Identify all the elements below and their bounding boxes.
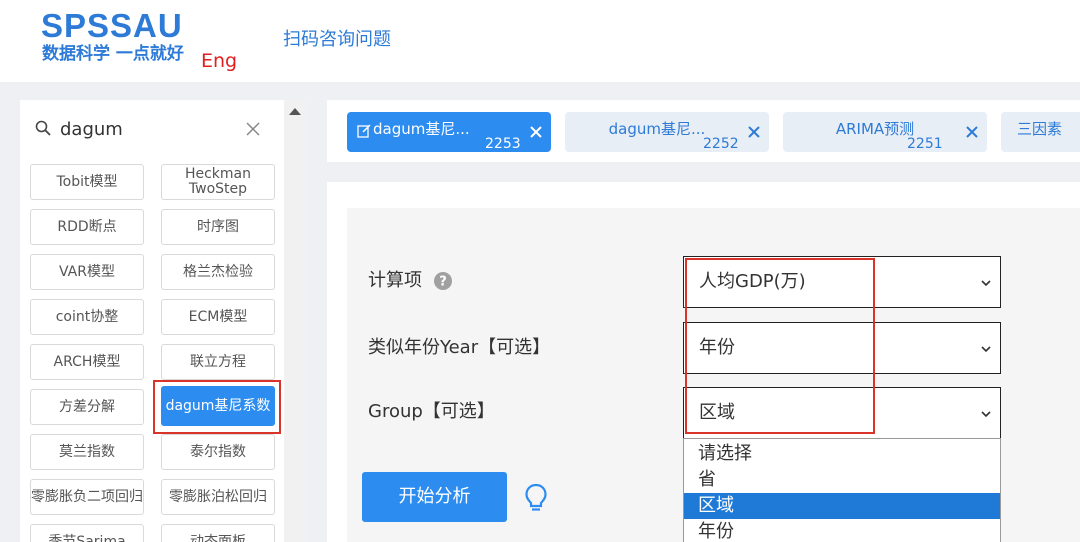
logo-tagline: 数据科学 一点就好 [42,44,184,64]
language-link[interactable]: Eng [201,51,237,71]
dropdown-option[interactable]: 请选择 [684,441,1000,467]
search-input[interactable] [60,115,230,143]
model-button[interactable]: 方差分解 [30,389,144,425]
model-button[interactable]: 零膨胀负二项回归 [30,479,144,515]
chevron-down-icon [981,411,991,418]
model-button[interactable]: 动态面板 [161,524,275,542]
svg-text:?: ? [439,275,447,290]
help-icon[interactable]: ? [434,272,452,290]
close-icon[interactable] [529,125,543,139]
model-button[interactable]: 季节Sarima [30,524,144,542]
model-button[interactable]: coint协整 [30,299,144,335]
chevron-down-icon [981,346,991,353]
tab-label: 三因素 [1017,120,1063,138]
tab-dagum-2253[interactable]: dagum基尼... 2253 [347,112,551,152]
header: SPSSAU 数据科学 一点就好 Eng 扫码咨询问题 [0,0,1080,82]
dropdown-option[interactable]: 省 [684,467,1000,493]
search-icon [35,120,51,136]
tab-arima-2251[interactable]: ARIMA预测 2251 [783,112,987,152]
dropdown-option-selected[interactable]: 区域 [684,493,1000,519]
model-button[interactable]: 莫兰指数 [30,434,144,470]
model-button[interactable]: RDD断点 [30,209,144,245]
highlight-box [685,258,875,434]
tab-three-factor[interactable]: 三因素 [1001,112,1080,152]
model-button[interactable]: ECM模型 [161,299,275,335]
model-button[interactable]: Heckman TwoStep [161,164,275,200]
field-label-calc-item: 计算项 [368,270,422,291]
close-icon[interactable] [965,125,979,139]
tab-id: 2251 [907,136,943,152]
tab-id: 2253 [485,136,521,152]
logo[interactable]: SPSSAU [41,8,183,44]
scrollbar[interactable] [284,100,306,542]
chevron-down-icon [981,280,991,287]
model-button[interactable]: 时序图 [161,209,275,245]
model-button[interactable]: 泰尔指数 [161,434,275,470]
model-button[interactable]: ARCH模型 [30,344,144,380]
group-dropdown-list: 请选择 省 区域 年份 [683,438,1001,542]
lightbulb-icon[interactable] [523,482,549,514]
model-button[interactable]: 联立方程 [161,344,275,380]
scroll-up-icon[interactable] [289,108,301,115]
start-analysis-button[interactable]: 开始分析 [362,472,507,522]
highlight-box [153,380,281,434]
model-button[interactable]: Tobit模型 [30,164,144,200]
tab-label: ARIMA预测 [835,120,915,138]
scan-consult-link[interactable]: 扫码咨询问题 [283,29,391,51]
dropdown-option[interactable]: 年份 [684,519,1000,542]
model-button[interactable]: 零膨胀泊松回归 [161,479,275,515]
tab-bar: dagum基尼... 2253 dagum基尼... 2252 ARIMA预测 … [327,100,1080,162]
close-icon[interactable] [245,121,261,137]
edit-icon [357,124,371,138]
sidebar: Tobit模型 Heckman TwoStep RDD断点 时序图 VAR模型 … [20,100,284,542]
tab-label: dagum基尼... [373,120,470,138]
field-label-group: Group【可选】 [368,401,495,422]
tab-id: 2252 [703,136,739,152]
model-button[interactable]: 格兰杰检验 [161,254,275,290]
model-button[interactable]: VAR模型 [30,254,144,290]
tab-dagum-2252[interactable]: dagum基尼... 2252 [565,112,769,152]
field-label-year: 类似年份Year【可选】 [368,337,551,358]
close-icon[interactable] [747,125,761,139]
